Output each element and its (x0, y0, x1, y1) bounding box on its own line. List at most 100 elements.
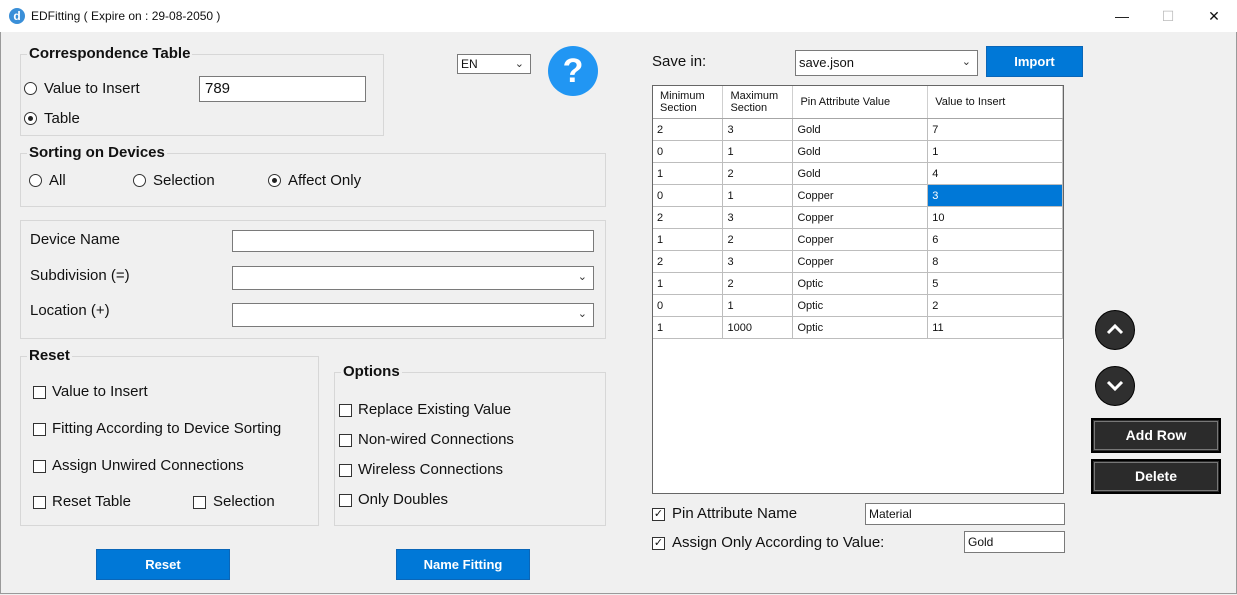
column-header[interactable]: Value to Insert (927, 86, 1063, 119)
table-cell[interactable]: 1 (653, 316, 724, 339)
table-cell[interactable]: 6 (927, 228, 1063, 251)
subdivision-select[interactable]: ⌄ (232, 266, 594, 290)
table-cell[interactable]: Copper (792, 228, 929, 251)
options-title: Options (341, 363, 402, 380)
table-cell[interactable]: 2 (722, 272, 794, 295)
table-row[interactable]: 0 1 Optic 2 (653, 294, 1063, 317)
table-cell[interactable]: 1 (722, 294, 794, 317)
table-cell[interactable]: 8 (927, 250, 1063, 273)
table-radio[interactable] (24, 112, 37, 125)
table-cell[interactable]: 0 (653, 294, 724, 317)
language-select[interactable]: EN ⌄ (457, 54, 531, 74)
add-row-button[interactable]: Add Row (1091, 418, 1221, 453)
table-row[interactable]: 1 2 Copper 6 (653, 228, 1063, 251)
column-header[interactable]: Minimum Section (653, 86, 724, 119)
save-file-select[interactable]: save.json ⌄ (795, 50, 978, 76)
table-cell[interactable]: 2 (653, 118, 724, 141)
table-cell[interactable]: 2 (653, 206, 724, 229)
replace-existing-checkbox[interactable] (339, 404, 352, 417)
table-cell[interactable]: 7 (927, 118, 1063, 141)
table-cell[interactable]: 10 (927, 206, 1063, 229)
table-row[interactable]: 0 1 Gold 1 (653, 140, 1063, 163)
table-cell[interactable]: Optic (792, 316, 929, 339)
table-row[interactable]: 1 2 Optic 5 (653, 272, 1063, 295)
reset-selection-checkbox[interactable] (193, 496, 206, 509)
value-to-insert-input[interactable]: 789 (199, 76, 366, 102)
table-cell[interactable]: 3 (927, 184, 1063, 207)
location-select[interactable]: ⌄ (232, 303, 594, 327)
chevron-up-icon (1106, 323, 1124, 335)
delete-button[interactable]: Delete (1091, 459, 1221, 494)
reset-fitting-label: Fitting According to Device Sorting (52, 420, 282, 437)
only-doubles-checkbox[interactable] (339, 494, 352, 507)
table-row[interactable]: 1 1000 Optic 11 (653, 316, 1063, 339)
wireless-label: Wireless Connections (358, 461, 504, 478)
table-cell[interactable]: 1 (653, 228, 724, 251)
table-row[interactable]: 2 3 Gold 7 (653, 118, 1063, 141)
sorting-all-label: All (49, 172, 66, 189)
reset-unwired-checkbox[interactable] (33, 460, 46, 473)
maximize-button[interactable]: ☐ (1145, 0, 1191, 32)
assign-value-checkbox[interactable]: ✓ (652, 537, 665, 550)
table-cell[interactable]: 11 (927, 316, 1063, 339)
sorting-selection-radio[interactable] (133, 174, 146, 187)
column-header[interactable]: Maximum Section (722, 86, 794, 119)
value-to-insert-radio[interactable] (24, 82, 37, 95)
table-cell[interactable]: 2 (927, 294, 1063, 317)
table-cell[interactable]: 1 (927, 140, 1063, 163)
table-row[interactable]: 2 3 Copper 10 (653, 206, 1063, 229)
table-cell[interactable]: 3 (722, 206, 794, 229)
close-button[interactable]: ✕ (1191, 0, 1237, 32)
sorting-all-radio[interactable] (29, 174, 42, 187)
table-cell[interactable]: 0 (653, 184, 724, 207)
table-cell[interactable]: 1000 (722, 316, 794, 339)
device-name-input[interactable] (232, 230, 594, 252)
table-cell[interactable]: Copper (792, 250, 929, 273)
correspondence-grid[interactable]: Minimum Section Maximum Section Pin Attr… (652, 85, 1064, 494)
move-up-button[interactable] (1095, 310, 1135, 350)
table-cell[interactable]: Gold (792, 162, 929, 185)
minimize-button[interactable]: — (1099, 0, 1145, 32)
table-cell[interactable]: Gold (792, 140, 929, 163)
help-button[interactable]: ? (548, 46, 598, 96)
reset-value-checkbox[interactable] (33, 386, 46, 399)
table-label: Table (44, 110, 80, 127)
table-cell[interactable]: 5 (927, 272, 1063, 295)
reset-fitting-checkbox[interactable] (33, 423, 46, 436)
table-row[interactable]: 1 2 Gold 4 (653, 162, 1063, 185)
table-cell[interactable]: Gold (792, 118, 929, 141)
column-header[interactable]: Pin Attribute Value (792, 86, 929, 119)
table-cell[interactable]: 2 (722, 228, 794, 251)
table-cell[interactable]: 3 (722, 118, 794, 141)
value-to-insert-label: Value to Insert (44, 80, 140, 97)
wireless-checkbox[interactable] (339, 464, 352, 477)
table-cell[interactable]: 2 (653, 250, 724, 273)
table-cell[interactable]: Copper (792, 206, 929, 229)
table-cell[interactable]: 2 (722, 162, 794, 185)
assign-value-input[interactable]: Gold (964, 531, 1065, 553)
move-down-button[interactable] (1095, 366, 1135, 406)
non-wired-label: Non-wired Connections (358, 431, 514, 448)
table-row[interactable]: 2 3 Copper 8 (653, 250, 1063, 273)
table-cell[interactable]: 4 (927, 162, 1063, 185)
table-row[interactable]: 0 1 Copper 3 (653, 184, 1063, 207)
table-cell[interactable]: Optic (792, 294, 929, 317)
non-wired-checkbox[interactable] (339, 434, 352, 447)
table-cell[interactable]: Optic (792, 272, 929, 295)
table-cell[interactable]: 1 (722, 140, 794, 163)
reset-table-checkbox[interactable] (33, 496, 46, 509)
reset-selection-label: Selection (213, 493, 275, 510)
reset-button[interactable]: Reset (96, 549, 230, 580)
pin-attribute-input[interactable]: Material (865, 503, 1065, 525)
import-button[interactable]: Import (986, 46, 1083, 77)
table-cell[interactable]: 0 (653, 140, 724, 163)
table-cell[interactable]: 1 (653, 162, 724, 185)
sorting-affect-only-radio[interactable] (268, 174, 281, 187)
name-fitting-button[interactable]: Name Fitting (396, 549, 530, 580)
pin-attribute-checkbox[interactable]: ✓ (652, 508, 665, 521)
table-cell[interactable]: 1 (722, 184, 794, 207)
table-cell[interactable]: 3 (722, 250, 794, 273)
table-cell[interactable]: 1 (653, 272, 724, 295)
table-cell[interactable]: Copper (792, 184, 929, 207)
table-header-row: Minimum Section Maximum Section Pin Attr… (653, 86, 1063, 119)
